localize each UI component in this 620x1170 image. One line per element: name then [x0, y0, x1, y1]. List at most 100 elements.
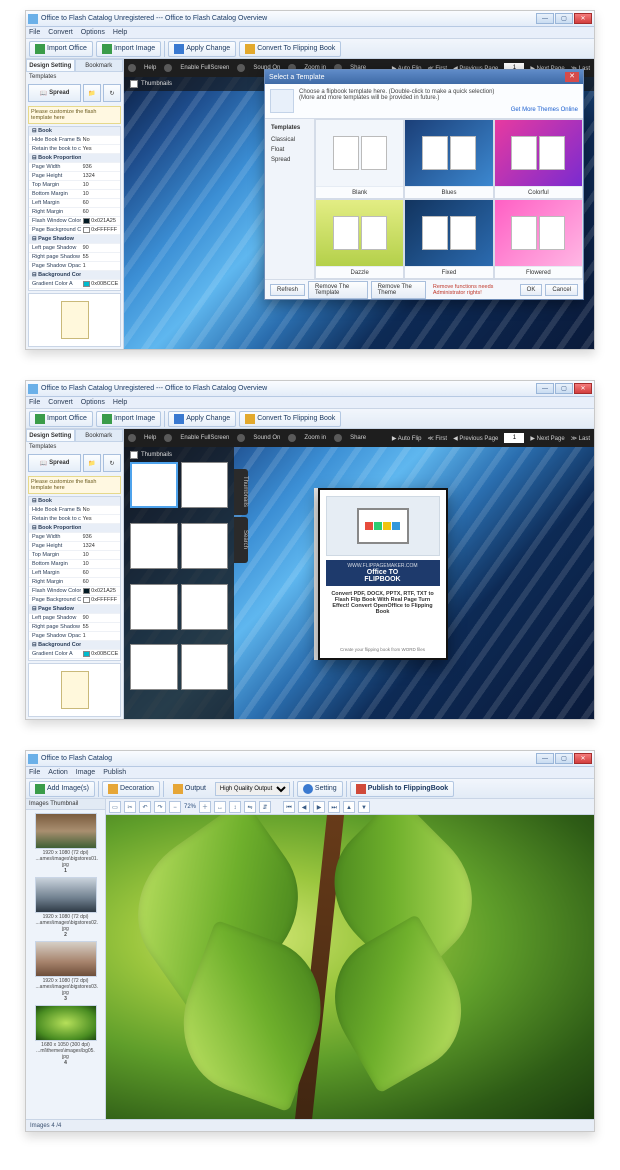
nav-next[interactable]: ▶ [313, 801, 325, 813]
prop-row[interactable]: Left Margin60 [29, 569, 120, 578]
maximize-button[interactable]: ▢ [555, 383, 573, 394]
cat-spread[interactable]: Spread [269, 155, 310, 165]
first-button[interactable]: ≪ First [427, 435, 447, 442]
sel-tool[interactable]: ▭ [109, 801, 121, 813]
prop-row[interactable]: Page Shadow Opacity1 [29, 632, 120, 641]
import-office-button[interactable]: Import Office [29, 411, 93, 427]
zoom-label[interactable]: Zoom in [304, 435, 326, 441]
fullscreen-icon[interactable] [164, 434, 172, 442]
menu-options[interactable]: Options [81, 29, 105, 36]
move-up[interactable]: ▲ [343, 801, 355, 813]
prop-row[interactable]: Flash Window Color 0x021A25 [29, 587, 120, 596]
menu-help[interactable]: Help [113, 29, 127, 36]
prop-row[interactable]: Page Background Color 0xFFFFFF [29, 226, 120, 235]
tpl-blues[interactable]: Blues [404, 119, 493, 199]
maximize-button[interactable]: ▢ [555, 753, 573, 764]
prop-row[interactable]: Right Margin60 [29, 208, 120, 217]
flip-v[interactable]: ⇵ [259, 801, 271, 813]
maximize-button[interactable]: ▢ [555, 13, 573, 24]
prop-row[interactable]: Bottom Margin10 [29, 560, 120, 569]
prop-row[interactable]: Gradient Color A 0x00BCCE [29, 280, 120, 289]
help-label[interactable]: Help [144, 435, 156, 441]
fullscreen-label[interactable]: Enable FullScreen [180, 435, 229, 441]
prop-row[interactable]: Hide Book Frame BarNo [29, 506, 120, 515]
rotate-right[interactable]: ↷ [154, 801, 166, 813]
zoom-out[interactable]: − [169, 801, 181, 813]
minimize-button[interactable]: — [536, 13, 554, 24]
prev-button[interactable]: ◀ Previous Page [453, 435, 498, 442]
sound-label[interactable]: Sound On [253, 435, 280, 441]
thumb-page[interactable] [130, 644, 178, 690]
close-button[interactable]: ✕ [574, 13, 592, 24]
next-button[interactable]: ▶ Next Page [530, 435, 564, 442]
crop-tool[interactable]: ✂ [124, 801, 136, 813]
minimize-button[interactable]: — [536, 383, 554, 394]
thumb-page[interactable] [181, 644, 229, 690]
prop-row[interactable]: Page Background Color 0xFFFFFF [29, 596, 120, 605]
setting-button[interactable]: Setting [297, 781, 343, 797]
zoom-icon[interactable] [288, 434, 296, 442]
nav-prev[interactable]: ◀ [298, 801, 310, 813]
sidetab-search[interactable]: Search [234, 517, 248, 563]
sound-icon[interactable] [237, 434, 245, 442]
prop-row[interactable]: Hide Book Frame BarNo [29, 136, 120, 145]
sidetab-thumbnails[interactable]: Thumbnails [234, 469, 248, 515]
prop-row[interactable]: Right page Shadow55 [29, 623, 120, 632]
help-label[interactable]: Help [144, 65, 156, 71]
menu-file[interactable]: File [29, 769, 40, 776]
menu-file[interactable]: File [29, 399, 40, 406]
import-office-button[interactable]: Import Office [29, 41, 93, 57]
prop-row[interactable]: Left Margin60 [29, 199, 120, 208]
thumb-page[interactable] [181, 584, 229, 630]
refresh-button[interactable]: Refresh [270, 284, 305, 296]
prop-row[interactable]: Page Shadow Opacity1 [29, 262, 120, 271]
cat-classical[interactable]: Classical [269, 135, 310, 145]
minimize-button[interactable]: — [536, 753, 554, 764]
cancel-button[interactable]: Cancel [545, 284, 578, 296]
menu-action[interactable]: Action [48, 769, 67, 776]
prop-row[interactable]: Top Margin10 [29, 181, 120, 190]
tpl-dazzle[interactable]: Dazzle [315, 199, 404, 279]
image-thumb[interactable]: 1920 x 1080 (72 dpi)...ames\images\bigst… [35, 877, 97, 939]
spread-button[interactable]: 📖Spread [28, 454, 81, 472]
prop-row[interactable]: Right page Shadow55 [29, 253, 120, 262]
prop-row[interactable]: Top Margin10 [29, 551, 120, 560]
prop-row[interactable]: Gradient Color A 0x00BCCE [29, 650, 120, 659]
prop-row[interactable]: Page Width936 [29, 163, 120, 172]
thumb-page[interactable] [181, 462, 229, 508]
prop-row[interactable]: Bottom Margin10 [29, 190, 120, 199]
image-thumb[interactable]: 1920 x 1080 (72 dpi)...ames\images\bigst… [35, 813, 97, 875]
template-folder-button[interactable]: 📁 [83, 84, 101, 102]
menu-publish[interactable]: Publish [103, 769, 126, 776]
decoration-button[interactable]: Decoration [102, 781, 160, 797]
move-down[interactable]: ▼ [358, 801, 370, 813]
spread-button[interactable]: 📖Spread [28, 84, 81, 102]
apply-change-button[interactable]: Apply Change [168, 41, 236, 57]
add-images-button[interactable]: Add Image(s) [29, 781, 95, 797]
image-thumb[interactable]: 1920 x 1080 (72 dpi)...ames\images\bigst… [35, 941, 97, 1003]
autoflip-button[interactable]: ▶ Auto Flip [392, 435, 422, 442]
flip-h[interactable]: ⇋ [244, 801, 256, 813]
prop-row[interactable]: Gradient Color B 0x5AFFFF [29, 659, 120, 661]
publish-button[interactable]: Publish to FlippingBook [350, 781, 455, 797]
menu-convert[interactable]: Convert [48, 29, 73, 36]
prop-row[interactable]: Left page Shadow90 [29, 244, 120, 253]
template-refresh-button[interactable]: ↻ [103, 84, 121, 102]
prop-row[interactable]: Page Height1324 [29, 172, 120, 181]
prop-row[interactable]: Right Margin60 [29, 578, 120, 587]
page-input[interactable]: 1 [504, 433, 524, 443]
close-button[interactable]: ✕ [574, 383, 592, 394]
rotate-left[interactable]: ↶ [139, 801, 151, 813]
import-image-button[interactable]: Import Image [96, 41, 161, 57]
image-thumb[interactable]: 1680 x 1050 (300 dpi)...ml\themes\images… [35, 1005, 97, 1067]
import-image-button[interactable]: Import Image [96, 411, 161, 427]
tab-design-setting[interactable]: Design Setting [26, 59, 75, 72]
tpl-blank[interactable]: Blank [315, 119, 404, 199]
menu-help[interactable]: Help [113, 399, 127, 406]
sound-icon[interactable] [237, 64, 245, 72]
menu-options[interactable]: Options [81, 399, 105, 406]
ok-button[interactable]: OK [520, 284, 543, 296]
prop-row[interactable]: Retain the book to centerYes [29, 515, 120, 524]
nav-first[interactable]: ⏮ [283, 801, 295, 813]
close-button[interactable]: ✕ [574, 753, 592, 764]
